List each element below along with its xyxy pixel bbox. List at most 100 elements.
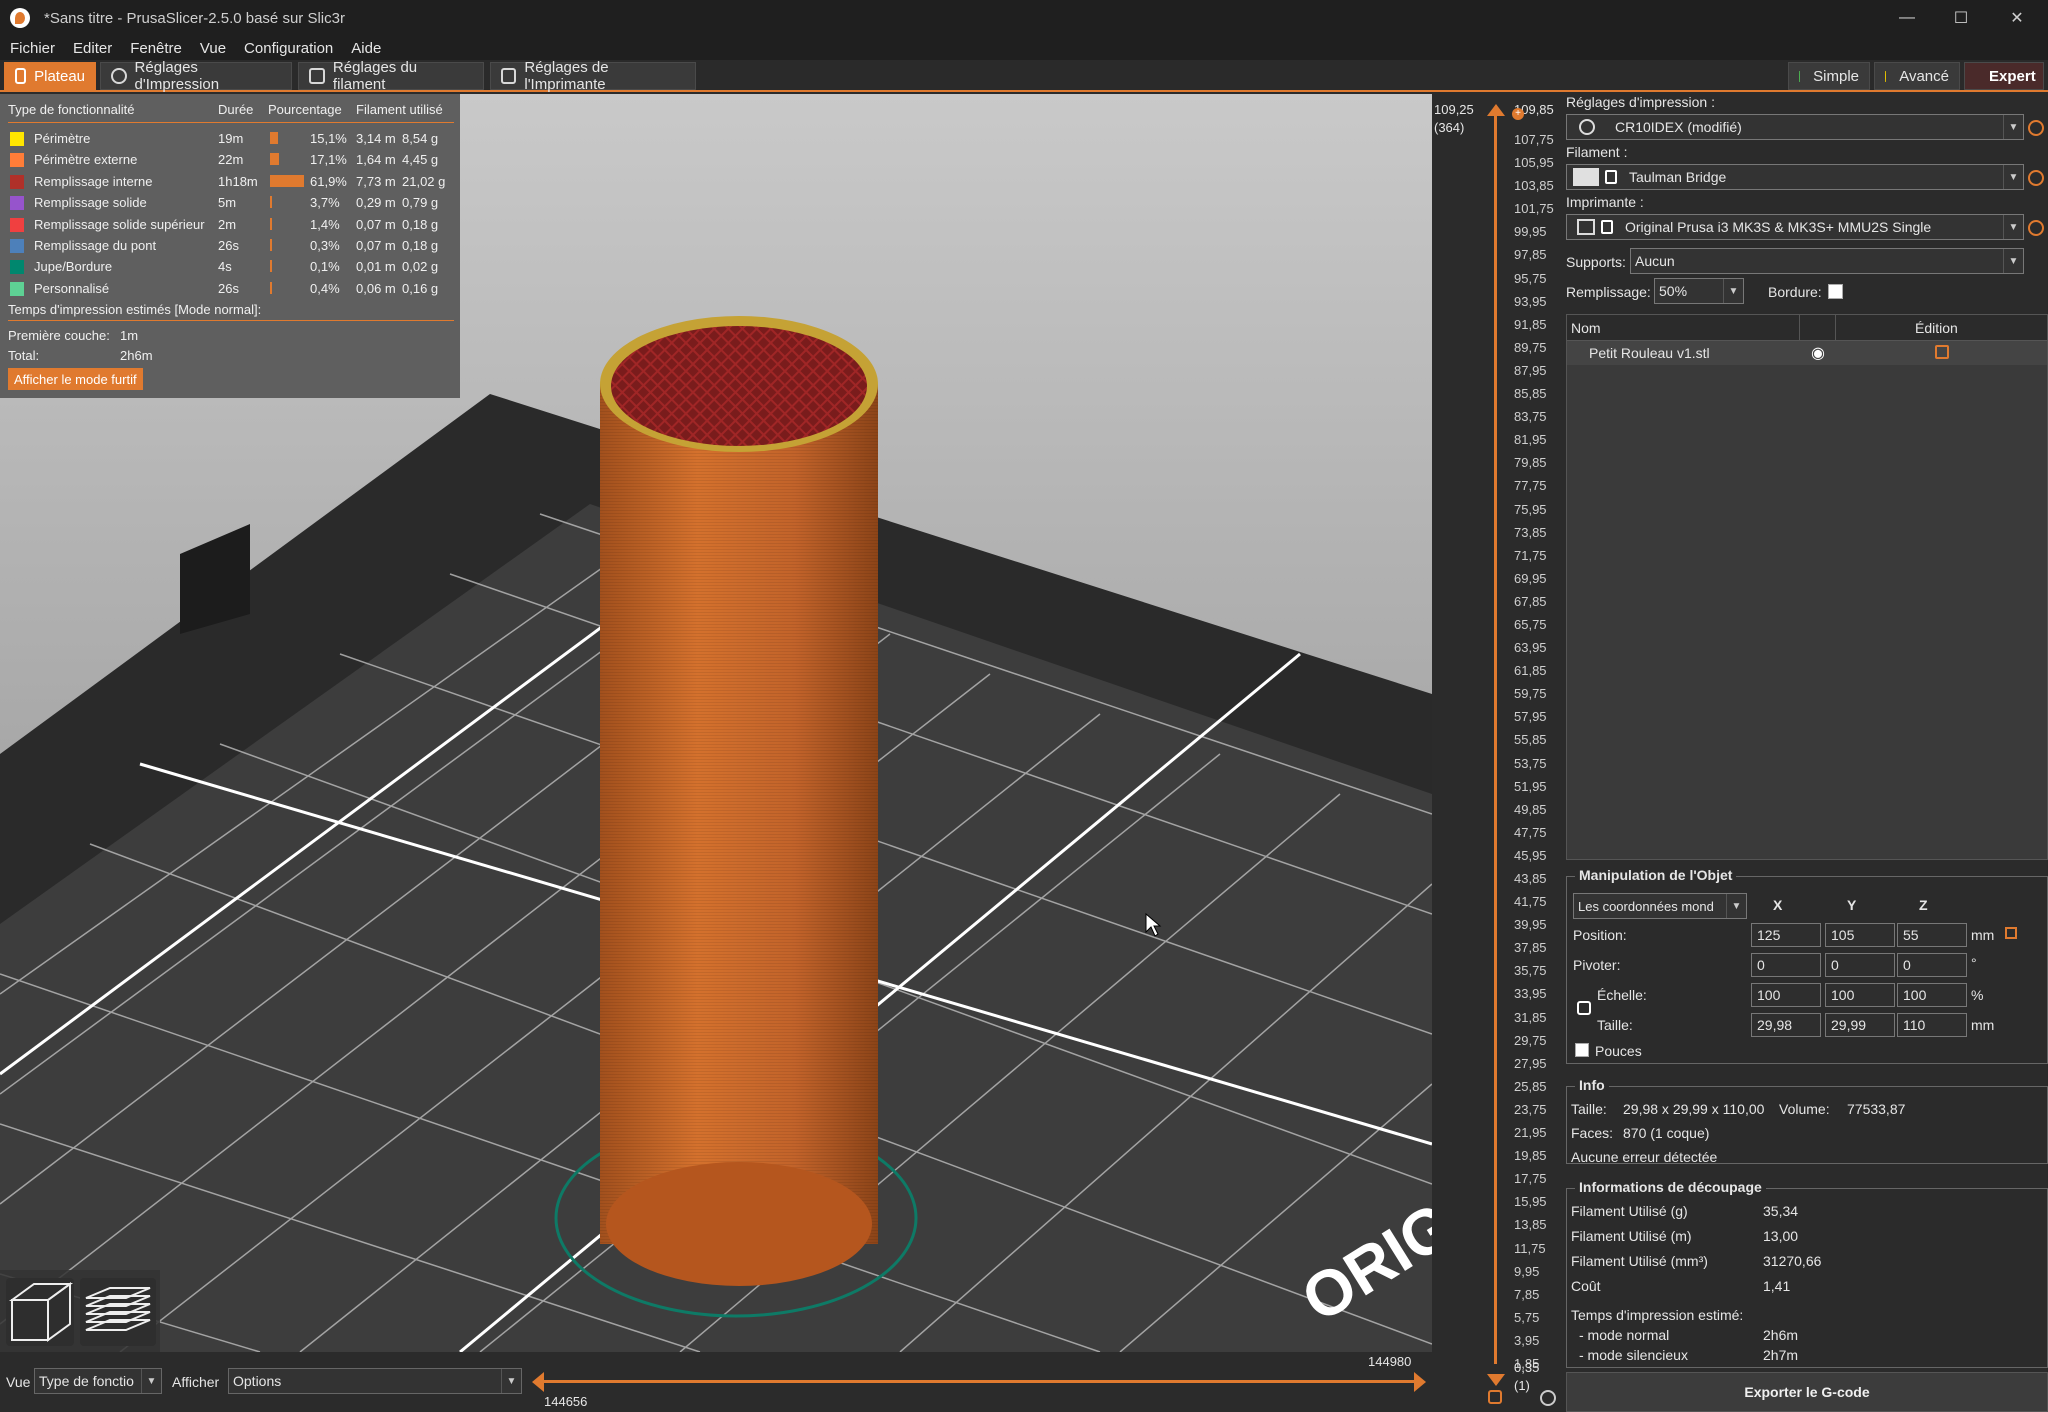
menu-aide[interactable]: Aide (351, 40, 381, 57)
printed-cylinder[interactable] (600, 316, 878, 1286)
legend-feature-time: 2m (218, 216, 237, 232)
legend-feature-time: 5m (218, 195, 237, 211)
menu-vue[interactable]: Vue (200, 40, 226, 57)
scale-z-input[interactable]: 100 (1897, 983, 1967, 1007)
layer-tick-label: 59,75 (1514, 686, 1547, 702)
mode-avance-button[interactable]: Avancé (1874, 62, 1960, 90)
position-label: Position: (1573, 927, 1627, 943)
layer-tick-label: 27,95 (1514, 1055, 1547, 1071)
menu-fichier[interactable]: Fichier (10, 40, 55, 57)
object-row[interactable]: Petit Rouleau v1.stl ◉ (1567, 341, 2047, 365)
layer-tick-label: 91,85 (1514, 316, 1547, 332)
legend-divider (8, 320, 454, 321)
slicing-info-value: 31270,66 (1763, 1253, 1822, 1269)
lock-icon[interactable] (1488, 1390, 1502, 1404)
layer-slider-track[interactable] (1494, 114, 1497, 1364)
size-x-input[interactable]: 29,98 (1751, 1013, 1821, 1037)
menu-editer[interactable]: Editer (73, 40, 112, 57)
legend-header-duration: Durée (218, 102, 254, 117)
horizontal-move-slider[interactable] (540, 1380, 1420, 1383)
size-z-input[interactable]: 110 (1897, 1013, 1967, 1037)
legend-feature-length: 3,14 m (356, 131, 396, 146)
tab-reglages-filament[interactable]: Réglages du filament (298, 59, 484, 93)
object-list[interactable]: Nom Édition Petit Rouleau v1.stl ◉ (1566, 314, 2048, 860)
object-list-header: Nom Édition (1567, 315, 2047, 341)
tab-reglages-imprimante[interactable]: Réglages de l'Imprimante (490, 59, 696, 93)
layer-tick-label: 89,75 (1514, 339, 1547, 355)
tab-bar: Plateau Réglages d'Impression Réglages d… (0, 59, 2048, 93)
rotate-x-input[interactable]: 0 (1751, 953, 1821, 977)
rotate-y-input[interactable]: 0 (1825, 953, 1895, 977)
layer-slider-top-thumb[interactable] (1487, 104, 1505, 116)
close-button[interactable]: ✕ (1988, 0, 2046, 36)
position-z-input[interactable]: 55 (1897, 923, 1967, 947)
first-layer-label: Première couche: (8, 328, 110, 343)
inches-checkbox[interactable] (1575, 1043, 1589, 1057)
prusaslicer-logo-icon (10, 8, 30, 28)
horizontal-slider-high-thumb[interactable] (1414, 1372, 1426, 1392)
edit-print-settings-icon[interactable] (2028, 120, 2044, 136)
legend-feature-weight: 21,02 g (402, 173, 446, 189)
legend-color-swatch (10, 196, 24, 211)
eye-icon[interactable]: ◉ (1811, 343, 1825, 363)
add-color-change-icon[interactable]: + (1512, 108, 1524, 120)
menu-configuration[interactable]: Configuration (244, 40, 333, 57)
object-list-edit-header[interactable]: Édition (1915, 320, 1958, 336)
print-settings-label: Réglages d'impression : (1566, 94, 1715, 110)
horizontal-slider-low-thumb[interactable] (532, 1372, 544, 1392)
printer-select[interactable]: Original Prusa i3 MK3S & MK3S+ MMU2S Sin… (1566, 214, 2024, 240)
chevron-down-icon: ▼ (2003, 249, 2023, 273)
layer-tick-label: 65,75 (1514, 616, 1547, 632)
legend-feature-length: 0,06 m (356, 280, 396, 296)
slicing-info-label: Filament Utilisé (mm³) (1571, 1253, 1708, 1269)
brim-checkbox[interactable] (1828, 284, 1843, 299)
info-errors: Aucune erreur détectée (1571, 1149, 1718, 1165)
maximize-button[interactable]: ☐ (1932, 0, 1990, 36)
edit-printer-icon[interactable] (2028, 220, 2044, 236)
show-stealth-mode-button[interactable]: Afficher le mode furtif (8, 368, 143, 390)
position-x-input[interactable]: 125 (1751, 923, 1821, 947)
layer-tick-label: 25,85 (1514, 1078, 1547, 1094)
lock-icon[interactable] (1577, 1001, 1591, 1015)
layer-slider[interactable]: 109,25 (364) 109,85 + 107,75 105,95 103,85… (1432, 94, 1564, 1412)
legend-feature-percentage: 17,1% (310, 152, 347, 168)
edit-object-icon[interactable] (1935, 345, 1949, 359)
legend-row: Périmètre externe 22m 17,1% 1,64 m 4,45 g (0, 149, 460, 170)
coordinates-select[interactable]: Les coordonnées mond ▼ (1573, 893, 1747, 919)
export-gcode-button[interactable]: Exporter le G-code (1566, 1372, 2048, 1412)
show-options-select[interactable]: Options ▼ (228, 1368, 522, 1394)
filament-select[interactable]: Taulman Bridge ▼ (1566, 164, 2024, 190)
size-y-input[interactable]: 29,99 (1825, 1013, 1895, 1037)
scale-y-input[interactable]: 100 (1825, 983, 1895, 1007)
title-bar: *Sans titre - PrusaSlicer-2.5.0 basé sur… (0, 0, 2048, 36)
supports-select[interactable]: Aucun ▼ (1630, 248, 2024, 274)
print-settings-select[interactable]: CR10IDEX (modifié) ▼ (1566, 114, 2024, 140)
view-type-select[interactable]: Type de fonctio ▼ (34, 1368, 162, 1394)
tab-reglages-impression[interactable]: Réglages d'Impression (100, 59, 292, 93)
layers-view-icon[interactable] (80, 1278, 156, 1346)
tab-plateau[interactable]: Plateau (4, 62, 96, 90)
legend-color-swatch (10, 174, 24, 189)
horizontal-slider-min-value: 144656 (544, 1394, 588, 1409)
infill-select[interactable]: 50% ▼ (1654, 278, 1744, 304)
legend-row: Remplissage solide supérieur 2m 1,4% 0,07 m… (0, 214, 460, 235)
layer-slider-bottom-thumb[interactable] (1487, 1374, 1505, 1386)
legend-row: Remplissage interne 1h18m 61,9% 7,73 m 21,02… (0, 171, 460, 192)
mode-expert-button[interactable]: Expert (1964, 62, 2044, 90)
menu-fenetre[interactable]: Fenêtre (130, 40, 182, 57)
rotate-z-input[interactable]: 0 (1897, 953, 1967, 977)
layer-tick-label: 83,75 (1514, 409, 1547, 425)
legend-feature-name: Périmètre (34, 131, 91, 146)
3d-view-cube-icon[interactable] (6, 1278, 74, 1346)
settings-gear-icon[interactable] (1540, 1390, 1556, 1406)
drop-to-bed-icon[interactable] (2005, 927, 2017, 939)
position-y-input[interactable]: 105 (1825, 923, 1895, 947)
object-list-name-header[interactable]: Nom (1571, 320, 1601, 336)
legend-percentage-bar (270, 174, 304, 187)
layer-tick-label: 35,75 (1514, 963, 1547, 979)
edit-filament-icon[interactable] (2028, 170, 2044, 186)
scale-x-input[interactable]: 100 (1751, 983, 1821, 1007)
minimize-button[interactable]: — (1878, 0, 1936, 36)
mode-simple-button[interactable]: Simple (1788, 62, 1870, 90)
layer-tick-label: 7,85 (1514, 1286, 1540, 1302)
